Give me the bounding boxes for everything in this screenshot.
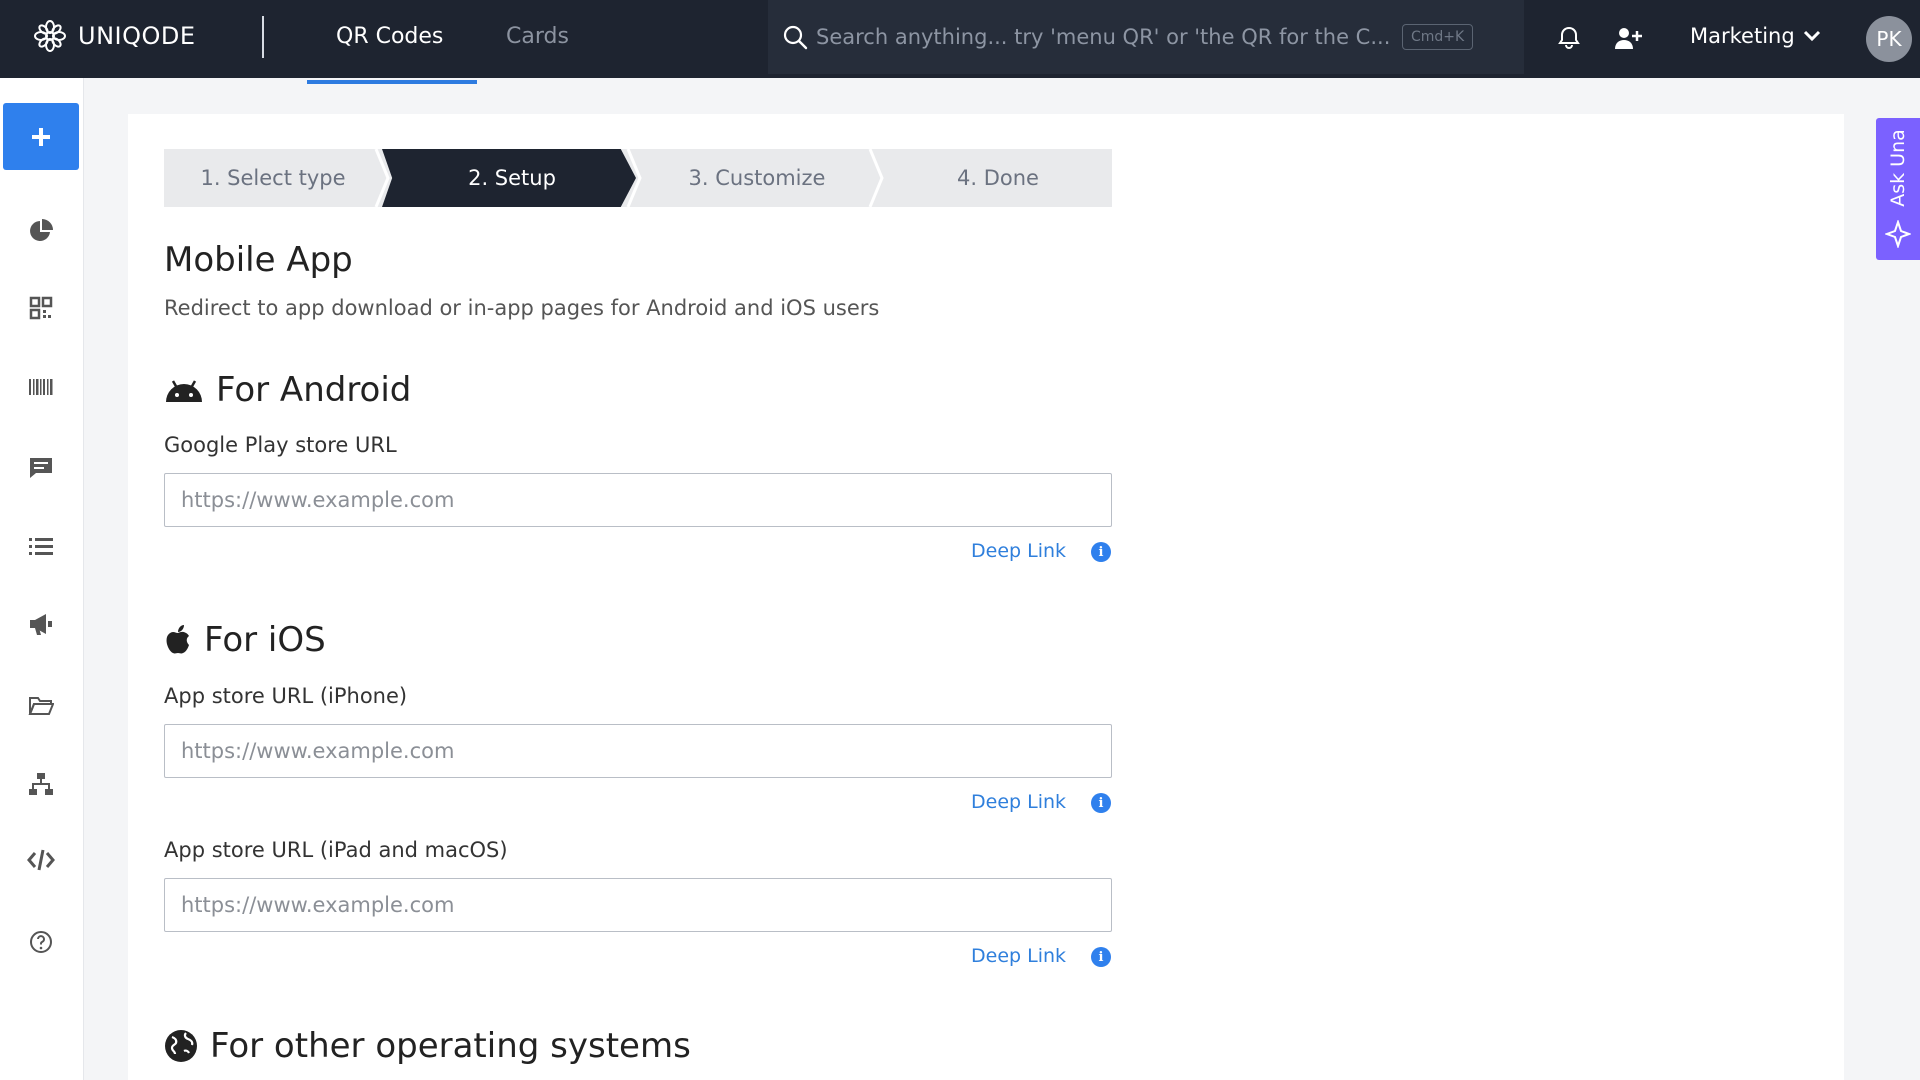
sidebar-item-barcodes[interactable]	[22, 368, 60, 406]
add-user-icon	[1615, 28, 1642, 49]
other-os-heading-text: For other operating systems	[210, 1026, 691, 1066]
notifications-button[interactable]	[1553, 22, 1585, 54]
search-input[interactable]	[816, 25, 1396, 49]
network-icon	[29, 773, 53, 795]
workspace-selector[interactable]: Marketing	[1690, 24, 1821, 48]
bell-icon	[1558, 26, 1580, 49]
ipad-url-input[interactable]	[164, 878, 1112, 932]
iphone-deep-link-info-icon[interactable]: i	[1091, 793, 1111, 813]
uniqode-logo-icon	[34, 20, 66, 52]
sidebar-item-developer[interactable]	[22, 841, 60, 879]
sidebar-item-analytics[interactable]	[22, 212, 60, 250]
avatar[interactable]: PK	[1866, 16, 1912, 62]
google-play-url-input[interactable]	[164, 473, 1112, 527]
active-tab-indicator	[307, 80, 477, 84]
add-icon	[32, 127, 50, 146]
ipad-url-label: App store URL (iPad and macOS)	[164, 838, 508, 862]
android-icon	[166, 380, 202, 402]
brand-logo[interactable]: UNIQODE	[32, 18, 196, 54]
sidebar-item-organization[interactable]	[22, 765, 60, 803]
step-select-type[interactable]: 1. Select type	[164, 149, 382, 207]
help-icon	[30, 931, 52, 953]
ios-heading-text: For iOS	[204, 620, 326, 660]
list-icon	[29, 538, 53, 555]
brand-name: UNIQODE	[78, 22, 196, 50]
ipad-deep-link-info-icon[interactable]: i	[1091, 947, 1111, 967]
step-setup[interactable]: 2. Setup	[392, 149, 632, 207]
tab-cards[interactable]: Cards	[506, 24, 569, 49]
ipad-deep-link[interactable]: Deep Link	[971, 945, 1066, 967]
search-bar[interactable]: Cmd+K	[768, 0, 1524, 74]
sidebar-item-lists[interactable]	[22, 528, 60, 566]
workspace-name: Marketing	[1690, 24, 1795, 48]
sidebar-item-help[interactable]	[22, 923, 60, 961]
page-title: Mobile App	[164, 240, 353, 280]
sidebar-item-forms[interactable]	[22, 449, 60, 487]
sidebar	[0, 78, 84, 1080]
sidebar-item-campaigns[interactable]	[22, 605, 60, 643]
search-shortcut-badge: Cmd+K	[1402, 24, 1474, 50]
android-heading-text: For Android	[216, 370, 412, 410]
forms-icon	[30, 458, 52, 478]
iphone-url-label: App store URL (iPhone)	[164, 684, 408, 708]
create-new-button[interactable]	[3, 103, 79, 170]
ios-section-heading: For iOS	[164, 620, 326, 660]
invite-user-button[interactable]	[1612, 22, 1644, 54]
apple-icon	[166, 625, 189, 654]
google-play-url-label: Google Play store URL	[164, 433, 397, 457]
android-deep-link[interactable]: Deep Link	[971, 540, 1066, 562]
top-divider	[262, 16, 264, 58]
step-customize[interactable]: 3. Customize	[642, 149, 872, 207]
android-deep-link-info-icon[interactable]: i	[1091, 542, 1111, 562]
folder-icon	[28, 697, 54, 715]
android-section-heading: For Android	[164, 370, 411, 410]
globe-icon	[165, 1030, 197, 1062]
ask-una-button[interactable]: Ask Una	[1876, 118, 1920, 260]
other-os-section-heading: For other operating systems	[164, 1026, 691, 1066]
ask-una-label: Ask Una	[1887, 129, 1909, 207]
iphone-url-input[interactable]	[164, 724, 1112, 778]
chevron-down-icon	[1803, 30, 1820, 42]
sparkle-icon	[1885, 220, 1911, 248]
tab-qr-codes[interactable]: QR Codes	[336, 24, 443, 49]
iphone-deep-link[interactable]: Deep Link	[971, 791, 1066, 813]
campaign-icon	[30, 614, 52, 635]
top-bar: UNIQODE QR Codes Cards Cmd+K Marketing P…	[0, 0, 1920, 78]
search-icon	[783, 25, 808, 50]
barcode-icon	[29, 379, 53, 395]
sidebar-item-qr-codes[interactable]	[22, 289, 60, 327]
ask-una-label-wrap: Ask Una	[1876, 118, 1920, 218]
developer-icon	[27, 849, 55, 871]
analytics-icon	[30, 219, 53, 241]
page-subtitle: Redirect to app download or in-app pages…	[164, 296, 880, 320]
qr-codes-icon	[29, 296, 53, 320]
step-done[interactable]: 4. Done	[884, 149, 1112, 207]
setup-card	[128, 114, 1844, 1080]
sidebar-item-folders[interactable]	[22, 686, 60, 724]
